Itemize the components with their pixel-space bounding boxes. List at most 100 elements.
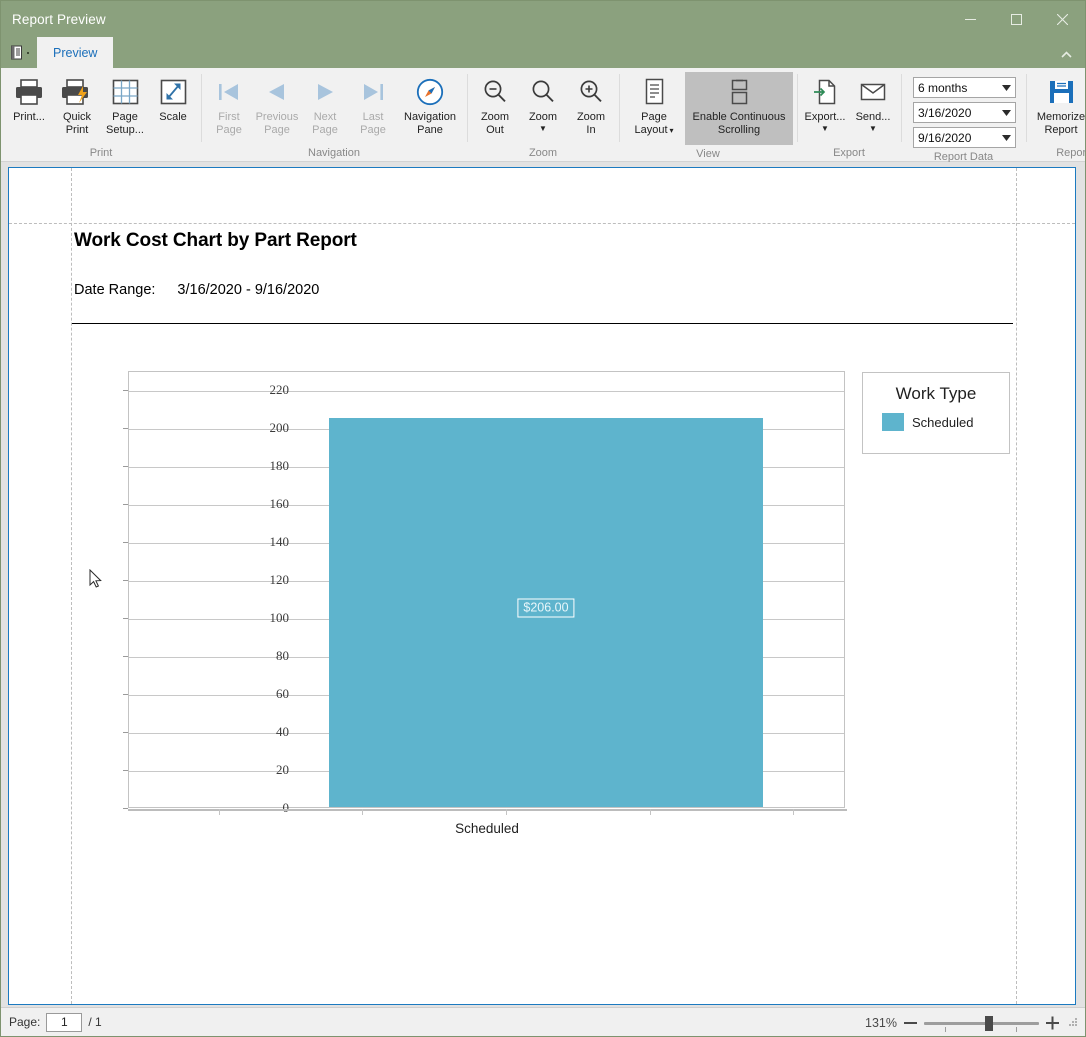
zoom-out-label-1: Zoom [481,111,509,124]
next-page-button[interactable]: Next Page [301,72,349,136]
previous-page-label-1: Previous [256,111,299,124]
ribbon-group-export-label: Export [797,144,901,162]
page-input[interactable]: 1 [46,1013,82,1032]
zoom-menu-label: Zoom [529,111,557,124]
zoom-in-icon [578,75,604,109]
legend-title: Work Type [863,384,1009,404]
zoom-percent-label[interactable]: 131% [865,1016,897,1030]
ytick-mark-160 [123,504,128,505]
page-total: / 1 [88,1015,101,1029]
first-page-label-2: Page [216,124,242,137]
zoom-in-button[interactable]: Zoom In [567,72,615,136]
last-page-icon [360,75,386,109]
quick-print-label-2: Print [66,124,89,137]
first-page-button[interactable]: First Page [205,72,253,136]
zoom-out-button[interactable]: Zoom Out [471,72,519,136]
zoom-in-slider-button[interactable] [1046,1016,1059,1030]
zoom-slider-track [924,1022,1039,1025]
zoom-controls: 131% [865,1008,1079,1037]
chart-x-axis [128,809,847,811]
end-date-combo-value: 9/16/2020 [918,131,971,145]
quick-print-button[interactable]: Quick Print [53,72,101,136]
tab-preview[interactable]: Preview [37,37,113,68]
zoom-in-label-1: Zoom [577,111,605,124]
report-date-range: Date Range: 3/16/2020 - 9/16/2020 [74,282,319,298]
zoom-icon [530,75,556,109]
chart-legend: Work Type Scheduled [862,372,1010,454]
memorize-report-button[interactable]: Memorize Report [1030,72,1086,136]
period-combo[interactable]: 6 months [913,77,1016,98]
send-button[interactable]: Send... ▼ [849,72,897,133]
print-button[interactable]: Print... [5,72,53,124]
ribbon-collapse-button[interactable] [1055,44,1077,64]
zoom-slider-thumb[interactable] [985,1016,993,1031]
ytick-label-0: 0 [283,800,290,816]
ytick-mark-220 [123,390,128,391]
maximize-button[interactable] [993,1,1039,37]
scale-button[interactable]: Scale [149,72,197,124]
ribbon-group-view: Page Layout▾ Enable Continuous Scro [619,68,797,162]
scale-icon [160,75,187,109]
ytick-mark-140 [123,542,128,543]
page-setup-label-2: Setup... [106,124,144,137]
page-layout-icon [642,75,666,109]
period-combo-arrow[interactable] [998,78,1015,97]
floppy-disk-icon [1048,75,1075,109]
resize-grip[interactable] [1066,1016,1079,1029]
chevron-down-icon: ▼ [821,125,829,133]
start-date-combo-value: 3/16/2020 [918,106,971,120]
scale-label: Scale [159,111,187,124]
zoom-menu-button[interactable]: Zoom ▼ [519,72,567,133]
memorize-report-label-1: Memorize [1037,111,1085,124]
last-page-label-2: Page [360,124,386,137]
ribbon-group-zoom-label: Zoom [467,144,619,162]
ytick-mark-180 [123,466,128,467]
zoom-slider-tick-left [945,1027,946,1032]
window-title: Report Preview [1,12,106,27]
next-page-label-2: Page [312,124,338,137]
start-date-combo-arrow[interactable] [998,103,1015,122]
export-button-label: Export... [805,111,846,124]
gridline-220 [129,391,844,392]
minimize-button[interactable] [947,1,993,37]
end-date-combo-arrow[interactable] [998,128,1015,147]
ytick-label-160: 160 [270,496,290,512]
zoom-out-label-2: Out [486,124,504,137]
previous-page-button[interactable]: Previous Page [253,72,301,136]
export-button[interactable]: Export... ▼ [801,72,849,133]
close-button[interactable] [1039,1,1085,37]
printer-icon [15,75,43,109]
ytick-mark-200 [123,428,128,429]
chevron-down-icon: ▾ [670,126,674,135]
bar-data-label: $206.00 [517,599,574,618]
legend-item-scheduled[interactable]: Scheduled [882,413,1009,431]
page-layout-button[interactable]: Page Layout▾ [623,72,685,136]
last-page-label-1: Last [363,111,384,124]
enable-continuous-scrolling-button[interactable]: Enable Continuous Scrolling [685,72,793,145]
margin-guide-right [1016,168,1017,1004]
document-area[interactable]: Work Cost Chart by Part Report Date Rang… [1,162,1085,1007]
next-page-icon [312,75,338,109]
xtick-mark-4 [650,809,651,815]
print-button-label: Print... [13,111,45,124]
end-date-combo[interactable]: 9/16/2020 [913,127,1016,148]
zoom-in-label-2: In [586,124,595,137]
page-setup-icon [112,75,139,109]
zoom-slider[interactable] [924,1015,1039,1031]
ytick-label-60: 60 [276,686,289,702]
report-icon [10,45,25,60]
zoom-out-slider-button[interactable] [904,1016,917,1030]
quick-access-toolbar[interactable] [1,37,37,68]
previous-page-label-2: Page [264,124,290,137]
zoom-slider-tick-right [1016,1027,1017,1032]
start-date-combo[interactable]: 3/16/2020 [913,102,1016,123]
ytick-label-120: 120 [270,572,290,588]
navigation-pane-button[interactable]: Navigation Pane [397,72,463,136]
last-page-button[interactable]: Last Page [349,72,397,136]
status-bar: Page: 1 / 1 131% [1,1007,1085,1036]
ribbon-group-export: Export... ▼ Send... ▼ Export [797,68,901,162]
page-layout-label-1: Page [641,111,667,124]
ytick-label-100: 100 [270,610,290,626]
xaxis-label-scheduled: Scheduled [455,821,519,836]
page-setup-button[interactable]: Page Setup... [101,72,149,136]
